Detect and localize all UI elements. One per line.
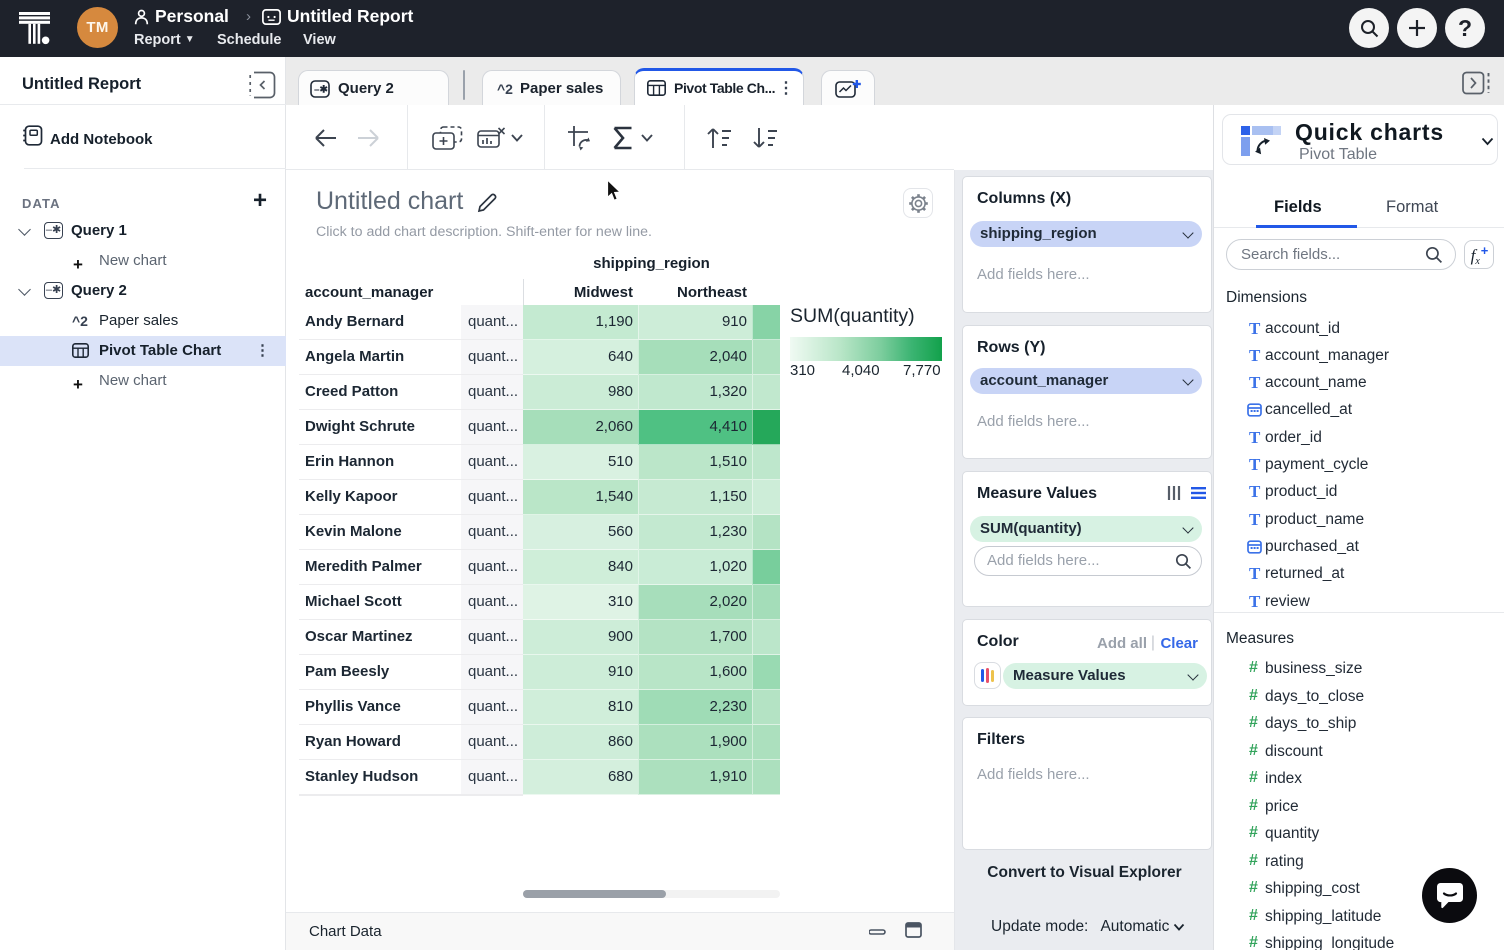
svg-text:–✱: –✱ (314, 84, 329, 95)
